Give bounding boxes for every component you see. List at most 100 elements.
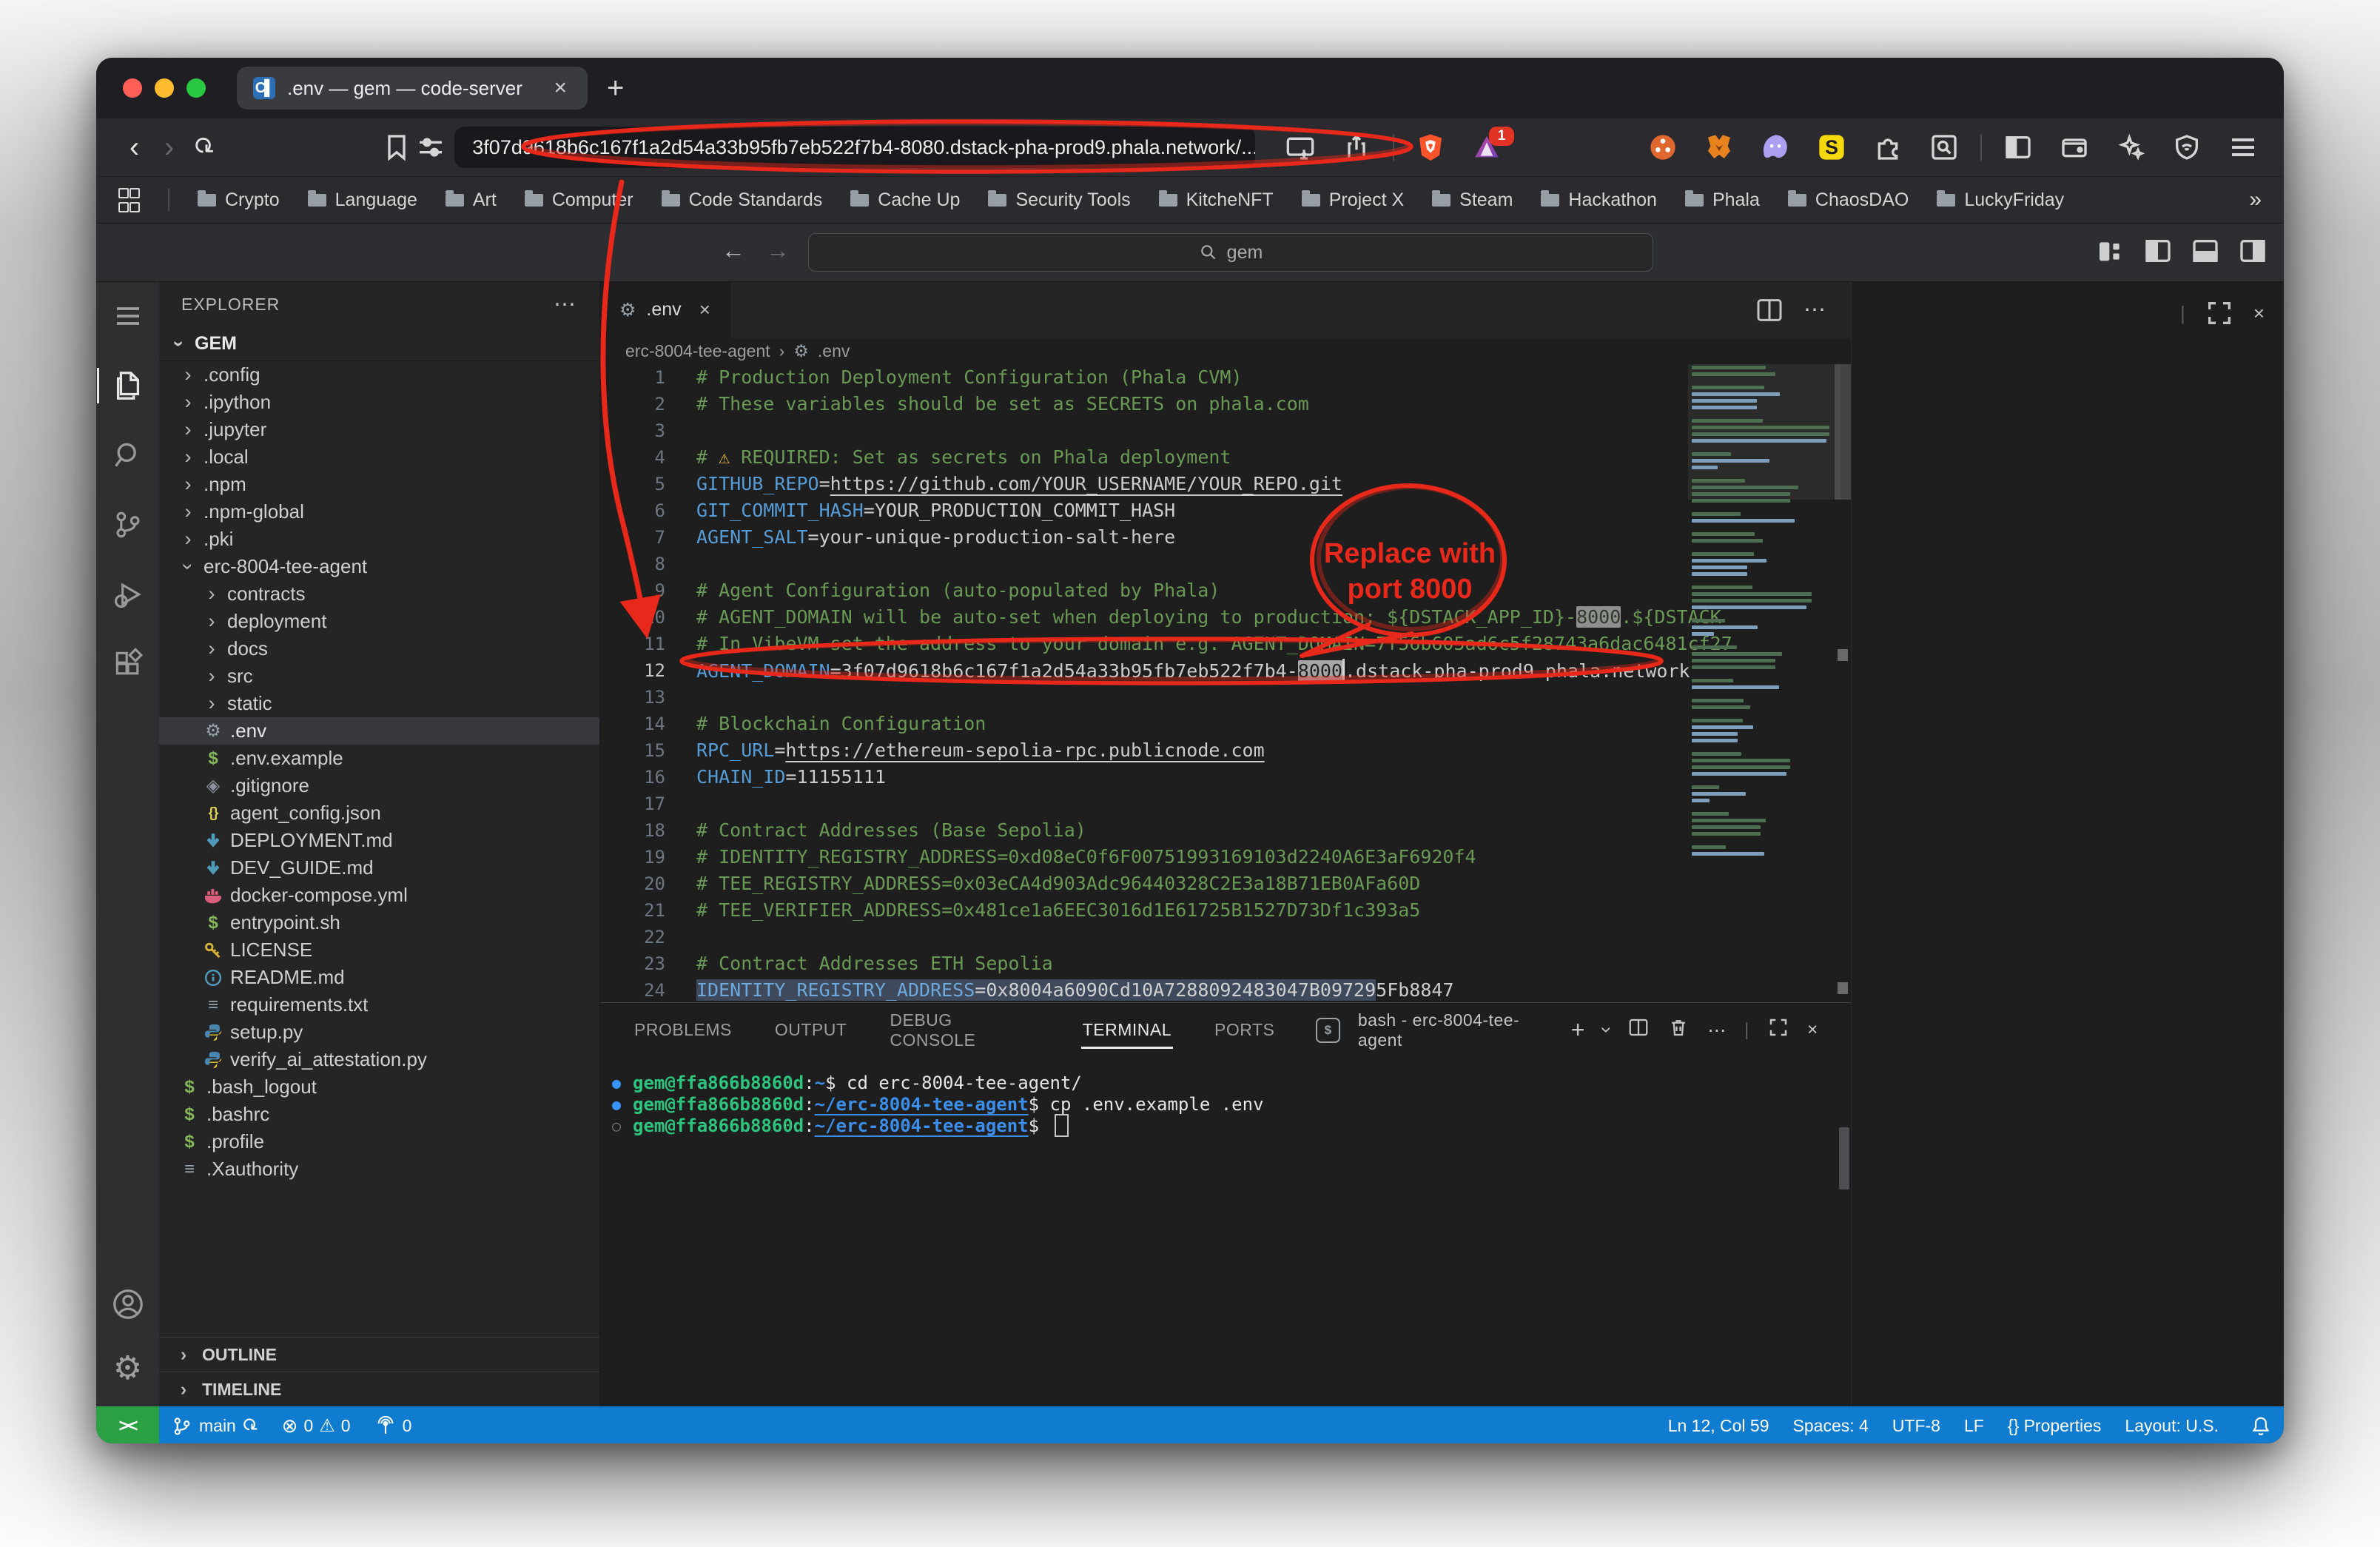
git-branch-item[interactable]: main ⟳ <box>159 1415 270 1437</box>
phantom-extension-icon[interactable] <box>1755 132 1795 162</box>
terminal-dropdown-icon[interactable]: › <box>1595 1027 1618 1034</box>
code-line-10[interactable]: 10# AGENT_DOMAIN will be auto-set when d… <box>600 604 1851 631</box>
editor-tab-env[interactable]: ⚙ .env × <box>600 282 730 338</box>
close-window-button[interactable] <box>123 78 142 98</box>
bookmark-folder[interactable]: Computer <box>525 189 633 211</box>
bookmark-folder[interactable]: Security Tools <box>988 189 1130 211</box>
status-item-utf-8[interactable]: UTF-8 <box>1880 1416 1952 1436</box>
editor-more-icon[interactable]: ⋯ <box>1804 297 1826 323</box>
tree-item-DEPLOYMENT.md[interactable]: DEPLOYMENT.md <box>159 827 599 854</box>
back-button[interactable]: ‹ <box>117 132 152 162</box>
bookmark-icon[interactable] <box>380 132 414 162</box>
timeline-section[interactable]: › TIMELINE <box>159 1372 599 1406</box>
kill-terminal-icon[interactable] <box>1667 1016 1690 1044</box>
line-number[interactable]: 10 <box>600 607 696 628</box>
tree-item-src[interactable]: ›src <box>159 662 599 690</box>
code-line-1[interactable]: 1# Production Deployment Configuration (… <box>600 364 1851 391</box>
close-panel-icon[interactable]: × <box>1807 1019 1818 1041</box>
panel-tab-output[interactable]: OUTPUT <box>773 1013 849 1047</box>
code-line-9[interactable]: 9# Agent Configuration (auto-populated b… <box>600 577 1851 604</box>
bookmark-folder[interactable]: Cache Up <box>850 189 960 211</box>
zoom-window-button[interactable] <box>186 78 206 98</box>
bookmark-folder[interactable]: Steam <box>1432 189 1513 211</box>
line-number[interactable]: 16 <box>600 767 696 788</box>
code-line-18[interactable]: 18# Contract Addresses (Base Sepolia) <box>600 817 1851 844</box>
tree-item-static[interactable]: ›static <box>159 690 599 717</box>
code-editor[interactable]: 1# Production Deployment Configuration (… <box>600 364 1851 1002</box>
menu-hamburger-icon[interactable] <box>2223 132 2263 162</box>
line-number[interactable]: 22 <box>600 927 696 947</box>
tree-item-erc-8004-tee-agent[interactable]: ›erc-8004-tee-agent <box>159 553 599 580</box>
settings-gear-icon[interactable]: ⚙ <box>107 1347 149 1389</box>
code-line-16[interactable]: 16CHAIN_ID=11155111 <box>600 764 1851 791</box>
line-number[interactable]: 9 <box>600 580 696 601</box>
bookmark-folder[interactable]: Phala <box>1685 189 1760 211</box>
line-number[interactable]: 7 <box>600 527 696 548</box>
bookmark-folder[interactable]: Hackathon <box>1541 189 1657 211</box>
vpn-shield-icon[interactable] <box>2167 132 2207 162</box>
bookmark-folder[interactable]: Crypto <box>198 189 280 211</box>
tree-item-.profile[interactable]: $.profile <box>159 1128 599 1155</box>
forward-button[interactable]: › <box>152 132 186 162</box>
tree-item-.jupyter[interactable]: ›.jupyter <box>159 416 599 443</box>
minimize-window-button[interactable] <box>155 78 174 98</box>
s-extension-icon[interactable]: S <box>1812 132 1852 162</box>
tree-item-agent-config.json[interactable]: {}agent_config.json <box>159 799 599 827</box>
breadcrumb-project[interactable]: erc-8004-tee-agent <box>625 341 770 361</box>
line-number[interactable]: 2 <box>600 394 696 415</box>
code-line-8[interactable]: 8 <box>600 551 1851 577</box>
panel-tab-terminal[interactable]: TERMINAL <box>1081 1013 1173 1047</box>
tree-item-docs[interactable]: ›docs <box>159 635 599 662</box>
line-number[interactable]: 24 <box>600 980 696 1001</box>
tree-item-docker-compose.yml[interactable]: docker-compose.yml <box>159 882 599 909</box>
sidebar-toggle-icon[interactable] <box>1998 132 2038 162</box>
account-icon[interactable] <box>107 1283 149 1325</box>
new-tab-button[interactable]: + <box>607 72 624 105</box>
metamask-extension-icon[interactable] <box>1699 132 1739 162</box>
minimap[interactable] <box>1692 364 1837 859</box>
extensions-icon[interactable] <box>107 643 149 685</box>
alert-extension-icon[interactable]: 1 <box>1467 132 1507 162</box>
line-number[interactable]: 13 <box>600 687 696 708</box>
code-line-3[interactable]: 3 <box>600 417 1851 444</box>
code-line-6[interactable]: 6GIT_COMMIT_HASH=YOUR_PRODUCTION_COMMIT_… <box>600 497 1851 524</box>
code-line-24[interactable]: 24IDENTITY_REGISTRY_ADDRESS=0x8004a6090C… <box>600 977 1851 1002</box>
bookmark-folder[interactable]: Art <box>446 189 497 211</box>
bookmark-folder[interactable]: ChaosDAO <box>1788 189 1909 211</box>
line-number[interactable]: 17 <box>600 793 696 814</box>
run-debug-icon[interactable] <box>107 574 149 615</box>
code-line-7[interactable]: 7AGENT_SALT=your-unique-production-salt-… <box>600 524 1851 551</box>
breadcrumb-file[interactable]: .env <box>818 341 850 361</box>
code-line-21[interactable]: 21# TEE_VERIFIER_ADDRESS=0x481ce1a6EEC30… <box>600 897 1851 924</box>
line-number[interactable]: 4 <box>600 447 696 468</box>
wallet-icon[interactable] <box>2054 132 2094 162</box>
extensions-puzzle-icon[interactable] <box>1868 132 1908 162</box>
code-line-22[interactable]: 22 <box>600 924 1851 950</box>
workspace-root-row[interactable]: › GEM <box>159 326 599 361</box>
code-line-23[interactable]: 23# Contract Addresses ETH Sepolia <box>600 950 1851 977</box>
line-number[interactable]: 23 <box>600 953 696 974</box>
customize-layout-icon[interactable] <box>2096 236 2125 266</box>
tree-item-.local[interactable]: ›.local <box>159 443 599 471</box>
line-number[interactable]: 11 <box>600 634 696 654</box>
leo-ai-sparkles-icon[interactable] <box>2111 132 2151 162</box>
terminal-scrollbar[interactable] <box>1839 1127 1849 1189</box>
line-number[interactable]: 8 <box>600 554 696 574</box>
close-group-icon[interactable]: × <box>2253 302 2265 325</box>
tree-item-deployment[interactable]: ›deployment <box>159 608 599 635</box>
panel-tab-ports[interactable]: PORTS <box>1213 1013 1276 1047</box>
line-number[interactable]: 12 <box>600 660 696 681</box>
tree-item-.Xauthority[interactable]: ≡.Xauthority <box>159 1155 599 1183</box>
bookmark-folder[interactable]: Code Standards <box>662 189 823 211</box>
tree-item-.bash-logout[interactable]: $.bash_logout <box>159 1073 599 1101</box>
tree-item-setup.py[interactable]: setup.py <box>159 1019 599 1046</box>
panel-tab-debug-console[interactable]: DEBUG CONSOLE <box>888 1003 1041 1058</box>
tree-item-requirements.txt[interactable]: ≡requirements.txt <box>159 991 599 1019</box>
panel-more-icon[interactable]: ⋯ <box>1707 1019 1727 1041</box>
code-line-17[interactable]: 17 <box>600 791 1851 817</box>
tab-close-icon[interactable]: × <box>549 75 571 101</box>
tree-item-.ipython[interactable]: ›.ipython <box>159 389 599 416</box>
bookmark-folder[interactable]: KitcheNFT <box>1159 189 1274 211</box>
line-number[interactable]: 3 <box>600 420 696 441</box>
bookmark-folder[interactable]: Language <box>308 189 417 211</box>
